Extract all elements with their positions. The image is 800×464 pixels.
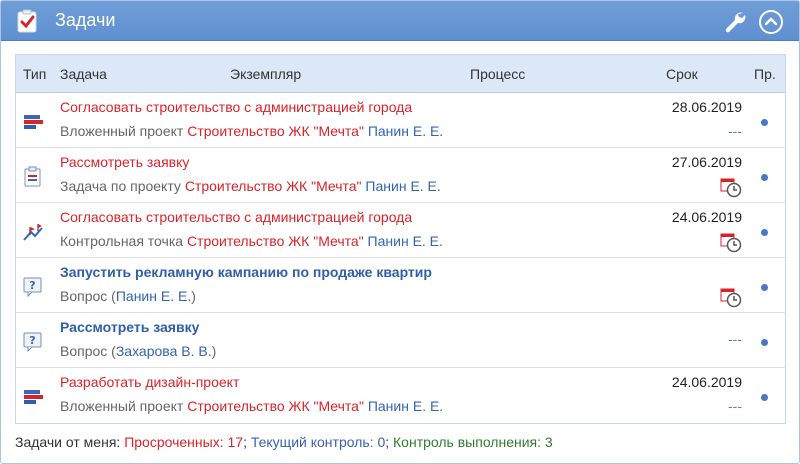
task-details: Вопрос (Захарова В. В.) <box>60 343 216 359</box>
person-link[interactable]: Панин Е. Е. <box>368 233 443 249</box>
due-date: 27.06.2019 <box>671 154 742 170</box>
project-link[interactable]: Строительство ЖК "Мечта" <box>187 123 364 139</box>
project-icon <box>22 111 44 133</box>
checklist-icon <box>16 8 40 37</box>
due-placeholder: --- <box>728 398 742 414</box>
table-row[interactable]: Разработать дизайн-проект Вложенный прое… <box>16 368 785 423</box>
table-header: Тип Задача Экземпляр Процесс Срок Пр. <box>16 55 785 93</box>
summary-prefix: Задачи от меня: <box>15 434 121 450</box>
task-details: Вложенный проект Строительство ЖК "Мечта… <box>60 123 443 139</box>
person-link[interactable]: Панин Е. Е. <box>116 288 191 304</box>
question-icon: ? <box>22 276 44 298</box>
project-link[interactable]: Строительство ЖК "Мечта" <box>187 398 364 414</box>
due-placeholder: --- <box>728 331 742 347</box>
svg-text:?: ? <box>29 334 35 347</box>
task-title[interactable]: Согласовать строительство с администраци… <box>60 209 412 225</box>
execution-control-link[interactable]: Контроль выполнения: 3 <box>393 434 553 450</box>
chevron-up-icon[interactable] <box>758 9 784 38</box>
due-date: 24.06.2019 <box>671 374 742 390</box>
column-priority[interactable]: Пр. <box>754 66 776 82</box>
due-placeholder: --- <box>728 123 742 139</box>
widget-header: Задачи <box>1 1 799 41</box>
task-details: Задача по проекту Строительство ЖК "Мечт… <box>60 178 441 194</box>
overdue-clock-icon <box>720 231 742 256</box>
column-process[interactable]: Процесс <box>470 66 525 82</box>
overdue-clock-icon <box>720 176 742 201</box>
column-task[interactable]: Задача <box>60 66 107 82</box>
priority-dot <box>761 394 768 401</box>
person-link[interactable]: Захарова В. В. <box>116 343 212 359</box>
milestone-icon <box>22 221 44 243</box>
task-title[interactable]: Разработать дизайн-проект <box>60 374 239 390</box>
kind-close: ) <box>211 343 217 359</box>
table-row[interactable]: Рассмотреть заявку Задача по проекту Стр… <box>16 148 785 203</box>
person-link[interactable]: Панин Е. Е. <box>368 398 443 414</box>
task-kind: Задача по проекту <box>60 178 181 194</box>
task-title[interactable]: Рассмотреть заявку <box>60 154 189 170</box>
table-row[interactable]: Согласовать строительство с администраци… <box>16 93 785 148</box>
column-due[interactable]: Срок <box>666 66 698 82</box>
table-row[interactable]: ? Запустить рекламную кампанию по продаж… <box>16 258 785 313</box>
svg-text:?: ? <box>29 279 35 292</box>
column-instance[interactable]: Экземпляр <box>230 66 301 82</box>
question-icon: ? <box>22 331 44 353</box>
tasks-widget: Задачи Тип Задача Экземпляр Процесс Срок… <box>0 0 800 464</box>
due-date: 28.06.2019 <box>671 99 742 115</box>
priority-dot <box>761 339 768 346</box>
column-type[interactable]: Тип <box>23 66 46 82</box>
wrench-icon[interactable] <box>722 9 748 38</box>
task-kind: Контрольная точка <box>60 233 184 249</box>
priority-dot <box>761 174 768 181</box>
overdue-link[interactable]: Просроченных: 17 <box>124 434 243 450</box>
task-icon <box>22 166 44 188</box>
task-title[interactable]: Запустить рекламную кампанию по продаже … <box>60 264 432 280</box>
person-link[interactable]: Панин Е. Е. <box>368 123 443 139</box>
due-date: 24.06.2019 <box>671 209 742 225</box>
tasks-table: Тип Задача Экземпляр Процесс Срок Пр. Со… <box>15 54 786 424</box>
task-details: Вопрос (Панин Е. Е.) <box>60 288 196 304</box>
task-kind: Вопрос ( <box>60 343 116 359</box>
project-link[interactable]: Строительство ЖК "Мечта" <box>185 178 362 194</box>
project-link[interactable]: Строительство ЖК "Мечта" <box>187 233 364 249</box>
task-title[interactable]: Согласовать строительство с администраци… <box>60 99 412 115</box>
task-details: Контрольная точка Строительство ЖК "Мечт… <box>60 233 443 249</box>
priority-dot <box>761 284 768 291</box>
person-link[interactable]: Панин Е. Е. <box>365 178 440 194</box>
table-row[interactable]: ? Рассмотреть заявку Вопрос (Захарова В.… <box>16 313 785 368</box>
priority-dot <box>761 119 768 126</box>
project-icon <box>22 386 44 408</box>
widget-title: Задачи <box>55 10 116 30</box>
priority-dot <box>761 229 768 236</box>
task-kind: Вложенный проект <box>60 398 184 414</box>
task-title[interactable]: Рассмотреть заявку <box>60 319 199 335</box>
table-row[interactable]: Согласовать строительство с администраци… <box>16 203 785 258</box>
task-kind: Вложенный проект <box>60 123 184 139</box>
kind-close: ) <box>191 288 196 304</box>
current-control-link[interactable]: Текущий контроль: 0 <box>251 434 385 450</box>
task-details: Вложенный проект Строительство ЖК "Мечта… <box>60 398 443 414</box>
overdue-clock-icon <box>720 286 742 311</box>
tasks-summary: Задачи от меня: Просроченных: 17; Текущи… <box>15 434 553 450</box>
task-kind: Вопрос ( <box>60 288 116 304</box>
